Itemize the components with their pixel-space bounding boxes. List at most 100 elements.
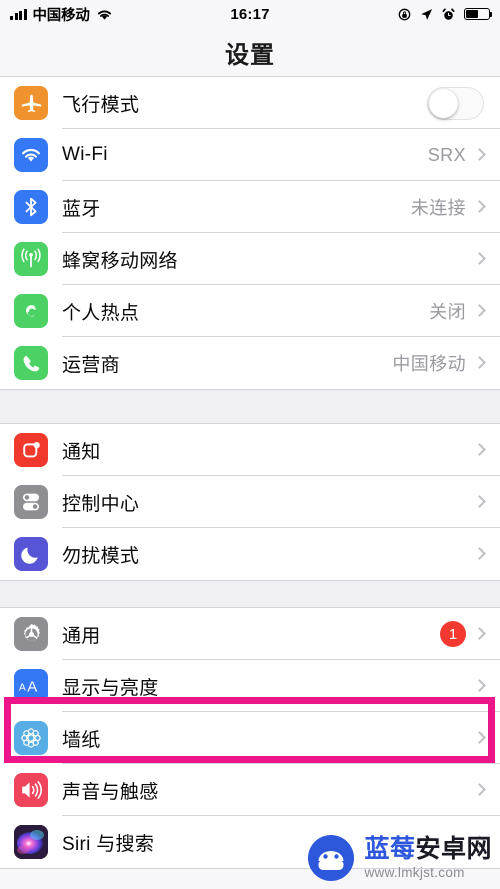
row-accessory <box>473 731 500 744</box>
chevron-right-icon <box>473 200 486 213</box>
rotation-lock-icon <box>398 8 411 21</box>
svg-text:A: A <box>27 679 37 696</box>
row-accessory <box>427 86 500 120</box>
chevron-right-icon <box>473 148 486 161</box>
airplane-mode-toggle[interactable] <box>427 86 484 120</box>
alarm-clock-icon <box>442 7 455 21</box>
row-accessory <box>473 547 500 560</box>
notification-icon <box>14 433 48 467</box>
settings-row-label: 个人热点 <box>62 302 140 324</box>
row-accessory <box>473 495 500 508</box>
svg-text:A: A <box>19 683 26 694</box>
bluetooth-icon <box>14 190 48 224</box>
speaker-icon <box>14 773 48 807</box>
battery-icon <box>464 7 493 21</box>
settings-row-carrier[interactable]: 运营商 中国移动 <box>0 337 500 389</box>
carrier-name: 中国移动 <box>32 7 90 24</box>
iphone-settings-screen: 中国移动 16:17 设置 飞行模式 Wi-Fi SRX 蓝牙 未连接 蜂窝移动… <box>0 0 500 889</box>
hotspot-value: 关闭 <box>429 302 466 322</box>
clock: 16:17 <box>230 5 270 23</box>
group-spacer <box>0 581 500 607</box>
siri-icon <box>14 825 48 859</box>
row-accessory <box>473 443 500 456</box>
airplane-icon <box>14 86 48 120</box>
settings-row-control-center[interactable]: 控制中心 <box>0 476 500 528</box>
settings-group-notifications: 通知 控制中心 勿扰模式 <box>0 423 500 581</box>
watermark: 蓝莓安卓网 www.lmkjst.com <box>306 833 492 883</box>
signal-bars-icon <box>10 8 27 20</box>
status-badge: 1 <box>440 621 466 647</box>
settings-row-label: Siri 与搜索 <box>62 833 155 855</box>
settings-row-label: 显示与亮度 <box>62 677 159 699</box>
settings-row-wallpaper[interactable]: 墙纸 <box>0 712 500 764</box>
watermark-text: 蓝莓安卓网 www.lmkjst.com <box>364 834 492 880</box>
wifi-icon <box>96 8 113 21</box>
chevron-right-icon <box>473 443 486 456</box>
chevron-right-icon <box>473 495 486 508</box>
settings-group-system: 通用 1 A A 显示与亮度 墙纸 声音与触感 Siri 与搜索 <box>0 607 500 869</box>
row-accessory <box>473 679 500 692</box>
chevron-right-icon <box>473 679 486 692</box>
settings-row-label: 运营商 <box>62 354 120 376</box>
row-accessory: 关闭 <box>429 298 500 324</box>
chevron-right-icon <box>473 356 486 369</box>
settings-row-label: 蓝牙 <box>62 198 101 220</box>
page-title: 设置 <box>225 41 275 69</box>
chevron-right-icon <box>473 783 486 796</box>
hotspot-link-icon <box>14 294 48 328</box>
settings-row-cellular[interactable]: 蜂窝移动网络 <box>0 233 500 285</box>
settings-row-wifi[interactable]: Wi-Fi SRX <box>0 129 500 181</box>
settings-row-label: 通用 <box>62 625 101 647</box>
group-spacer <box>0 390 500 423</box>
toggle-knob <box>429 88 458 118</box>
bluetooth-value: 未连接 <box>410 198 466 218</box>
location-arrow-icon <box>420 8 433 21</box>
settings-row-label: 勿扰模式 <box>62 545 140 567</box>
row-accessory <box>473 252 500 265</box>
phone-icon <box>14 346 48 380</box>
status-bar-left: 中国移动 <box>10 4 113 25</box>
row-accessory: 中国移动 <box>392 350 500 376</box>
chevron-right-icon <box>473 627 486 640</box>
carrier-value: 中国移动 <box>392 354 466 374</box>
android-mascot-icon <box>306 833 356 883</box>
control-center-icon <box>14 485 48 519</box>
chevron-right-icon <box>473 547 486 560</box>
chevron-right-icon <box>473 731 486 744</box>
chevron-right-icon <box>473 252 486 265</box>
settings-row-notifications[interactable]: 通知 <box>0 424 500 476</box>
settings-row-label: 蜂窝移动网络 <box>62 250 178 272</box>
settings-row-airplane-mode[interactable]: 飞行模式 <box>0 77 500 129</box>
watermark-brand: 蓝莓安卓网 <box>364 834 492 863</box>
settings-row-do-not-disturb[interactable]: 勿扰模式 <box>0 528 500 580</box>
status-bar-right <box>398 7 493 21</box>
settings-row-bluetooth[interactable]: 蓝牙 未连接 <box>0 181 500 233</box>
chevron-right-icon <box>473 304 486 317</box>
settings-row-label: 声音与触感 <box>62 781 159 803</box>
gear-icon <box>14 617 48 651</box>
settings-row-general[interactable]: 通用 1 <box>0 608 500 660</box>
moon-icon <box>14 537 48 571</box>
display-brightness-aa-icon: A A <box>14 669 48 703</box>
settings-row-label: Wi-Fi <box>62 144 108 165</box>
row-accessory: 1 <box>440 621 500 647</box>
watermark-brand-blue: 蓝莓 <box>364 834 416 863</box>
wallpaper-flower-icon <box>14 721 48 755</box>
settings-row-label: 控制中心 <box>62 493 140 515</box>
settings-list: 飞行模式 Wi-Fi SRX 蓝牙 未连接 蜂窝移动网络 个人热点 关闭 运营商… <box>0 76 500 869</box>
row-accessory: SRX <box>428 145 500 166</box>
status-bar: 中国移动 16:17 <box>0 0 500 28</box>
watermark-url: www.lmkjst.com <box>364 864 465 880</box>
settings-row-label: 墙纸 <box>62 729 101 751</box>
cellular-antenna-icon <box>14 242 48 276</box>
row-accessory: 未连接 <box>411 194 500 220</box>
wifi-icon <box>14 138 48 172</box>
row-accessory <box>473 783 500 796</box>
settings-row-sounds-haptics[interactable]: 声音与触感 <box>0 764 500 816</box>
settings-row-label: 通知 <box>62 441 101 463</box>
navigation-bar: 设置 <box>0 28 500 76</box>
watermark-brand-dark: 安卓网 <box>415 834 492 863</box>
settings-row-personal-hotspot[interactable]: 个人热点 关闭 <box>0 285 500 337</box>
settings-row-display-brightness[interactable]: A A 显示与亮度 <box>0 660 500 712</box>
wifi-value: SRX <box>427 144 466 165</box>
